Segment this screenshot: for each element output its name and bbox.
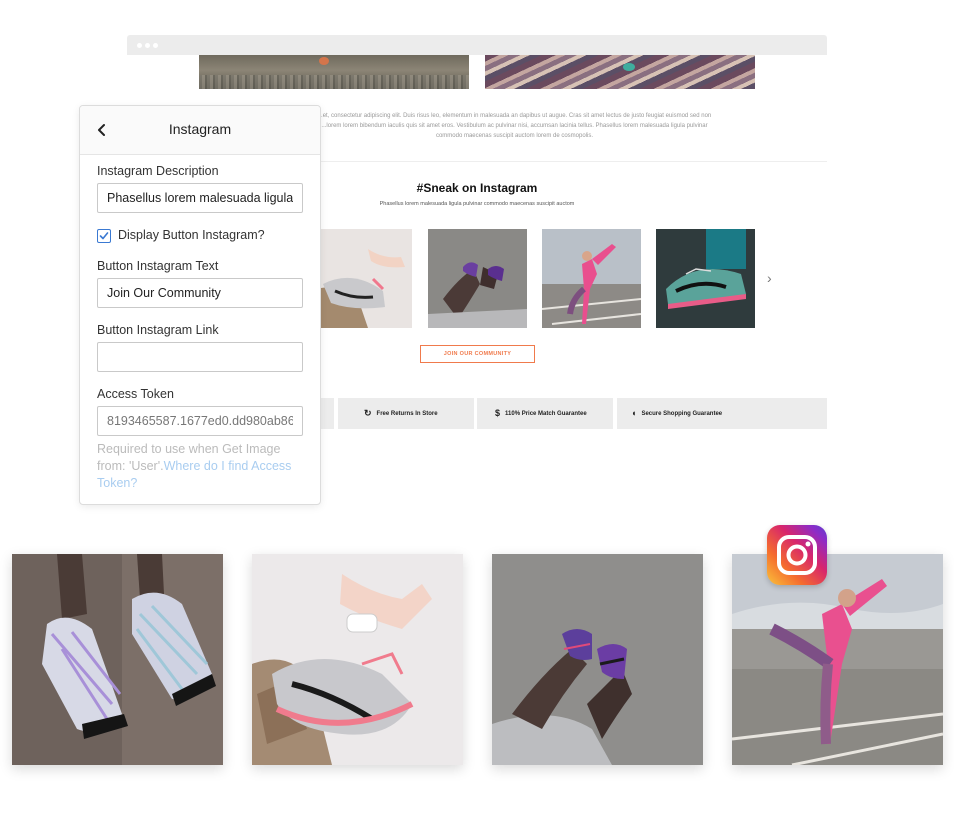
- feature-label: Free Returns In Store: [376, 411, 438, 418]
- join-community-button[interactable]: JOIN OUR COMMUNITY: [420, 345, 535, 363]
- instagram-logo-icon: [767, 525, 827, 585]
- instagram-photo-yoga-pose[interactable]: [732, 554, 943, 765]
- feature-item-secure: ◖ Secure Shopping Guarantee: [617, 398, 827, 429]
- panel-title: Instagram: [168, 121, 232, 137]
- feature-item-price-match: $110% Price Match Guarantee: [477, 398, 613, 429]
- description-input[interactable]: [97, 183, 303, 213]
- checkmark-icon: [99, 232, 109, 240]
- button-link-input[interactable]: [97, 342, 303, 372]
- browser-title-bar: [127, 35, 827, 55]
- access-token-input[interactable]: [97, 406, 303, 436]
- access-token-label: Access Token: [97, 387, 174, 401]
- instagram-photo-holographic-sneakers[interactable]: [12, 554, 223, 765]
- shield-icon: ◖: [631, 408, 637, 418]
- instagram-thumb-yoga[interactable]: [542, 229, 641, 328]
- feature-label: 110% Price Match Guarantee: [505, 411, 587, 418]
- display-button-label: Display Button Instagram?: [118, 228, 265, 242]
- intro-paragraph: ...et, consectetur adipiscing elit. Duis…: [317, 113, 712, 139]
- hero-shoe: [319, 57, 329, 65]
- instagram-photo-stretching[interactable]: [252, 554, 463, 765]
- window-dot: [145, 43, 150, 48]
- dollar-icon: $: [495, 408, 501, 418]
- hero-shoe: [623, 63, 635, 71]
- panel-header: Instagram: [80, 106, 320, 155]
- refresh-icon: ↻: [364, 408, 372, 418]
- button-link-label: Button Instagram Link: [97, 323, 219, 337]
- hero-image-swirl: [485, 55, 755, 89]
- feature-label: Secure Shopping Guarantee: [641, 411, 723, 418]
- display-button-checkbox[interactable]: [97, 229, 111, 243]
- instagram-photo-feet-on-concrete[interactable]: [492, 554, 703, 765]
- feature-item-returns: ↻ Free Returns In Store: [338, 398, 474, 429]
- button-text-label: Button Instagram Text: [97, 259, 219, 273]
- window-dot: [137, 43, 142, 48]
- instagram-settings-panel: Instagram Instagram Description Display …: [79, 105, 321, 505]
- instagram-thumb-stretch[interactable]: [313, 229, 412, 328]
- instagram-thumb-sneaker[interactable]: [656, 229, 755, 328]
- button-text-input[interactable]: [97, 278, 303, 308]
- description-label: Instagram Description: [97, 164, 219, 178]
- window-dot: [153, 43, 158, 48]
- carousel-next-icon[interactable]: ›: [767, 270, 772, 286]
- access-token-help: Required to use when Get Image from: 'Us…: [97, 441, 307, 492]
- hero-image-runner: ● ○ ○: [199, 55, 469, 89]
- instagram-thumb-feet[interactable]: [428, 229, 527, 328]
